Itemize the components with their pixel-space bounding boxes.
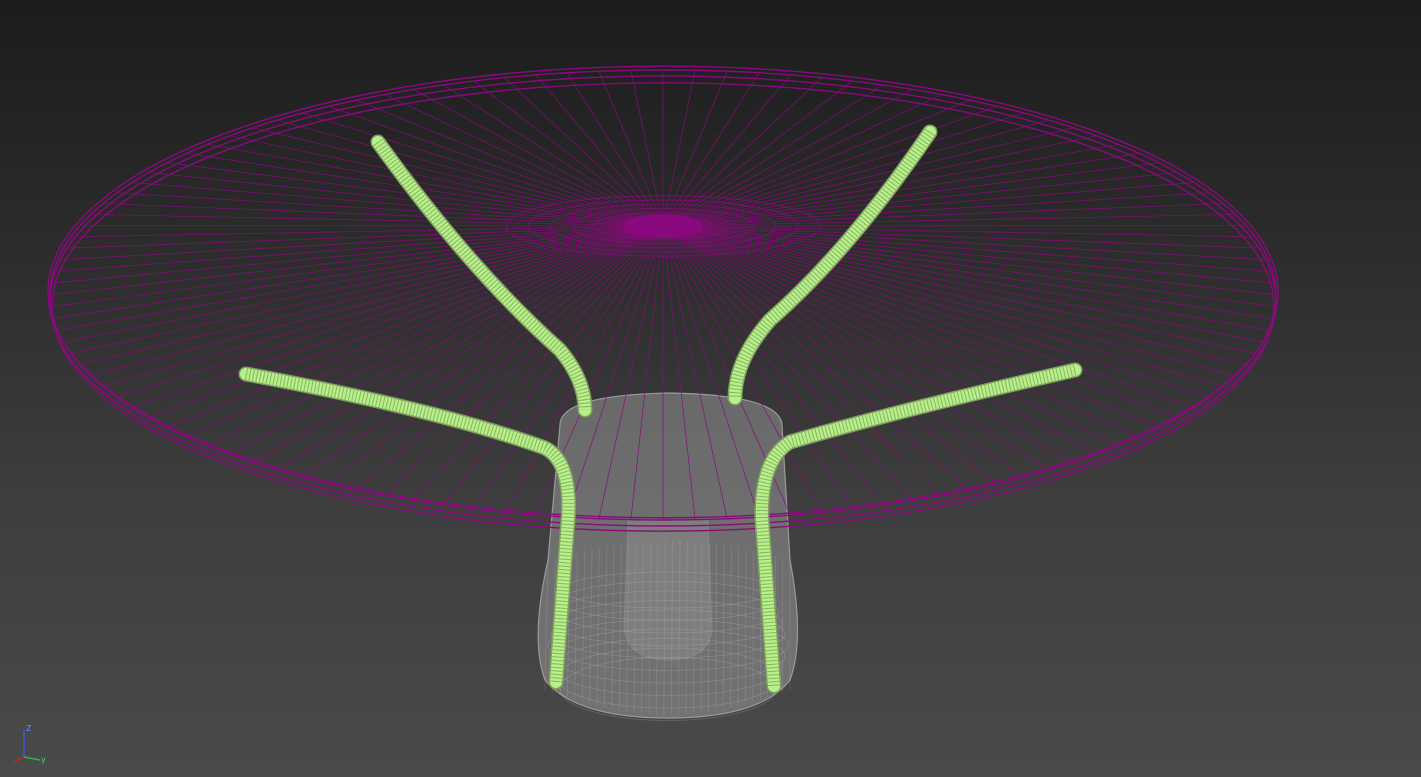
tabletop-spoke: [630, 70, 664, 227]
tabletop-spoke: [79, 225, 664, 365]
tabletop-spoke: [53, 225, 664, 272]
tabletop-spoke: [63, 225, 664, 343]
y-axis-line: [23, 756, 41, 761]
leg-hatching: [729, 128, 935, 399]
tabletop-spoke: [302, 112, 664, 227]
tabletop-spoke: [662, 225, 1263, 249]
tabletop-spoke: [102, 225, 664, 387]
leg-hatching: [755, 364, 1077, 687]
tabletop-spoke: [473, 80, 664, 227]
tabletop-spoke: [90, 225, 664, 376]
tabletop-spoke: [662, 70, 696, 227]
tabletop-spoke: [662, 80, 853, 227]
scene-canvas[interactable]: [0, 0, 1421, 777]
leg-4: [755, 364, 1081, 692]
3d-viewport[interactable]: Z y: [0, 0, 1421, 777]
tabletop-spoke: [63, 225, 664, 249]
tabletop-wireframe: [47, 65, 1279, 532]
leg-outline: [754, 362, 1083, 694]
tabletop-spoke: [70, 225, 664, 238]
pedestal-core: [623, 519, 713, 661]
tabletop-spoke: [598, 71, 664, 227]
tabletop-spoke: [662, 225, 1273, 272]
tabletop-spoke: [662, 225, 1247, 227]
tabletop-spoke: [662, 112, 1024, 227]
tabletop-spoke: [102, 203, 664, 227]
tabletop-spoke: [70, 225, 664, 354]
x-axis-line: [13, 756, 25, 763]
tabletop-spoke: [662, 203, 1224, 227]
tabletop-spoke: [79, 225, 664, 227]
axis-gizmo-icon: Z y: [13, 724, 46, 764]
tabletop-spoke: [662, 71, 728, 227]
tabletop-spoke: [662, 225, 1256, 238]
tabletop-spoke: [662, 225, 1263, 343]
tabletop-spoke: [662, 99, 970, 227]
y-axis-label: y: [41, 755, 46, 764]
z-axis-label: Z: [26, 724, 32, 733]
tabletop-spoke: [252, 127, 664, 227]
